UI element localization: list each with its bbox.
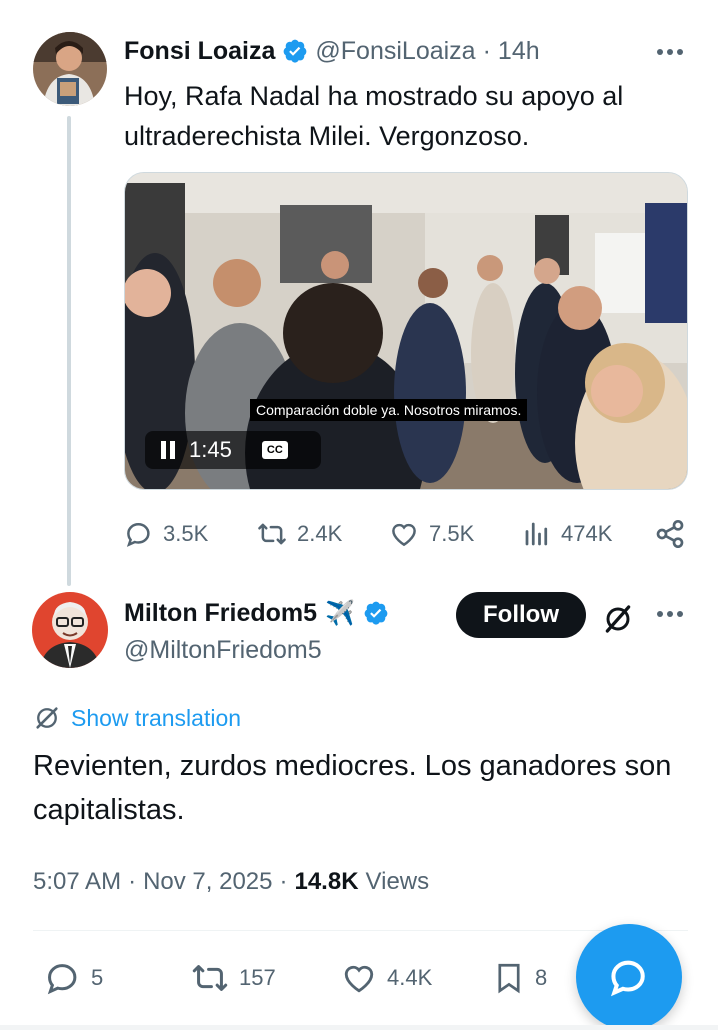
more-icon[interactable] xyxy=(652,600,688,628)
avatar-milton-friedom5[interactable] xyxy=(32,592,108,668)
tweet2-meta: 5:07 AM · Nov 7, 2025 · 14.8K Views xyxy=(33,866,429,898)
repost-count: 2.4K xyxy=(297,521,343,546)
reply-count: 5 xyxy=(91,965,104,990)
cc-icon[interactable]: CC xyxy=(261,441,288,459)
reply-button[interactable]: 3.5K xyxy=(124,514,208,554)
reply-icon xyxy=(44,959,82,997)
show-translation-label: Show translation xyxy=(71,704,242,731)
tweet2-views-label: Views xyxy=(365,868,430,895)
tweet2-author-name[interactable]: Milton Friedom5 xyxy=(124,599,317,628)
pause-icon[interactable] xyxy=(161,441,177,459)
repost-icon xyxy=(256,519,288,549)
verified-icon xyxy=(363,600,389,626)
views-icon xyxy=(522,519,552,549)
tweet1-header: Fonsi Loaiza @FonsiLoaiza · 14h xyxy=(124,34,540,68)
repost-icon xyxy=(190,960,230,996)
video-player[interactable]: Comparación doble ya. Nosotros miramos. … xyxy=(124,172,688,490)
translate-icon xyxy=(33,704,61,732)
like-button[interactable]: 7.5K xyxy=(388,514,474,554)
reply-count: 3.5K xyxy=(163,521,209,546)
repost-count: 157 xyxy=(239,965,276,990)
show-translation-link[interactable]: Show translation xyxy=(33,702,241,734)
tweet2-handle[interactable]: @MiltonFriedom5 xyxy=(124,636,322,665)
share-button[interactable] xyxy=(654,514,686,554)
share-icon xyxy=(654,518,686,550)
tweet2-date[interactable]: Nov 7, 2025 xyxy=(143,868,272,896)
tweet1-author-name[interactable]: Fonsi Loaiza xyxy=(124,37,275,66)
tweet1-time[interactable]: 14h xyxy=(498,37,540,66)
reply-button[interactable]: 5 xyxy=(44,958,103,998)
bottom-divider xyxy=(0,1025,718,1030)
bookmark-count: 8 xyxy=(535,965,548,990)
tweet2-header: Milton Friedom5 ✈️ xyxy=(124,596,389,630)
tweet1-text: Hoy, Rafa Nadal ha mostrado su apoyo al … xyxy=(124,81,624,151)
meta-dot: · xyxy=(128,868,137,895)
tweet2-views-count: 14.8K xyxy=(294,868,359,895)
repost-button[interactable]: 157 xyxy=(190,958,276,998)
bookmark-icon xyxy=(492,959,526,997)
like-icon xyxy=(340,960,378,996)
airplane-emoji: ✈️ xyxy=(325,599,355,627)
divider xyxy=(33,930,688,931)
video-controls[interactable]: 1:45 CC xyxy=(145,431,321,469)
thread-connector-line xyxy=(67,116,71,586)
like-count: 4.4K xyxy=(387,965,433,990)
like-icon xyxy=(388,519,420,549)
like-button[interactable]: 4.4K xyxy=(340,958,432,998)
compose-icon xyxy=(607,955,651,999)
bookmark-button[interactable]: 8 xyxy=(492,958,547,998)
verified-icon xyxy=(282,38,308,64)
reply-compose-button[interactable] xyxy=(576,924,682,1030)
more-icon[interactable] xyxy=(652,38,688,66)
tweet1-dot: · xyxy=(482,36,491,65)
repost-button[interactable]: 2.4K xyxy=(256,514,342,554)
tweet1-handle[interactable]: @FonsiLoaiza xyxy=(315,37,475,66)
views-button[interactable]: 474K xyxy=(522,514,612,554)
video-duration: 1:45 xyxy=(189,437,232,462)
tweet2-text: Revienten, zurdos mediocres. Los ganador… xyxy=(33,750,672,826)
like-count: 7.5K xyxy=(429,521,475,546)
views-count: 474K xyxy=(561,521,613,546)
tweet2-time[interactable]: 5:07 AM xyxy=(33,868,121,896)
reply-icon xyxy=(124,519,154,549)
grok-icon[interactable] xyxy=(602,603,634,635)
follow-button[interactable]: Follow xyxy=(456,592,586,638)
video-subtitle: Comparación doble ya. Nosotros miramos. xyxy=(250,399,528,421)
avatar-fonsi-loaiza[interactable] xyxy=(33,32,107,106)
meta-dot: · xyxy=(279,868,288,895)
